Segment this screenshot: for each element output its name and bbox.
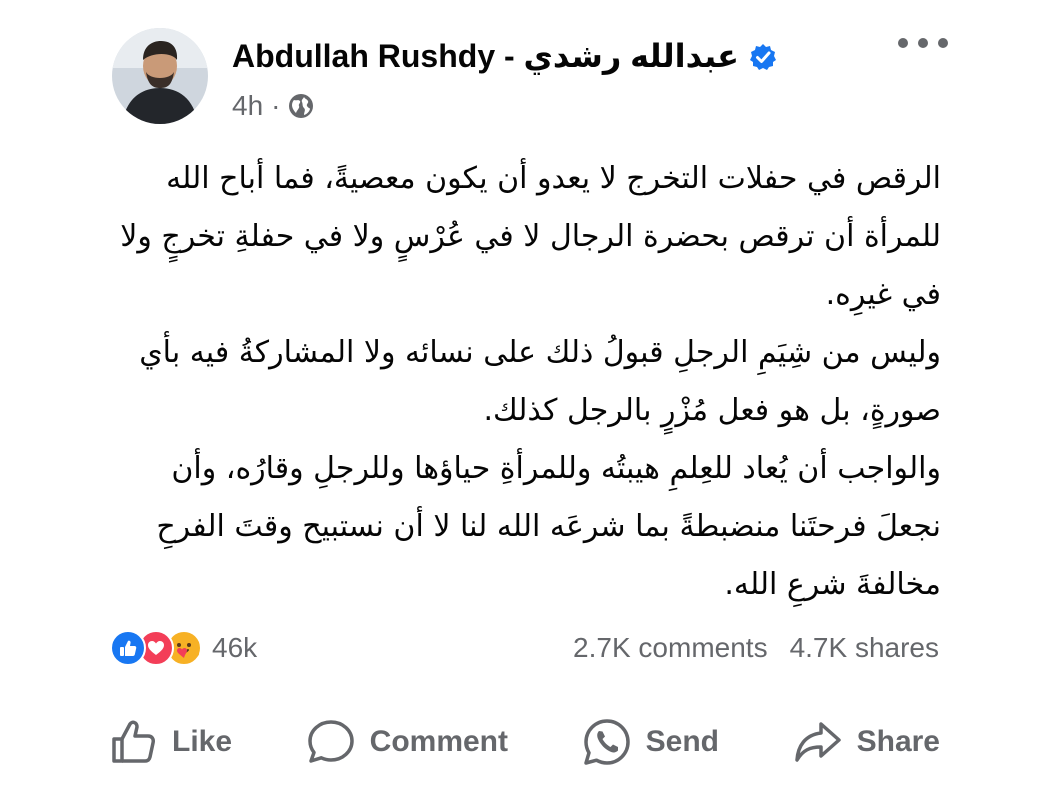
share-label: Share [856,725,940,758]
like-label: Like [172,725,233,758]
comments-count[interactable]: 2.7K comments [573,632,768,664]
post-author[interactable]: Abdullah Rushdy - عبدالله رشدي [232,34,777,78]
comment-button[interactable]: Comment [306,718,508,766]
more-options-icon[interactable] [898,36,948,50]
more-dot [918,38,928,48]
author-avatar[interactable] [112,28,208,124]
post-paragraph: الرقص في حفلات التخرج لا يعدو أن يكون مع… [120,161,941,312]
post-paragraph: وليس من شِيَمِ الرجلِ قبولُ ذلك على نسائ… [139,335,941,428]
post-action-bar: Like Comment Send Share [110,712,940,772]
thumbs-up-icon [110,719,158,765]
post-time[interactable]: 4h [232,90,263,122]
reaction-count[interactable]: 46k [212,632,257,664]
author-name[interactable]: Abdullah Rushdy - عبدالله رشدي [232,37,739,75]
like-reaction-icon [110,630,146,666]
send-label: Send [645,725,719,758]
more-dot [938,38,948,48]
share-arrow-icon [793,720,843,764]
globe-icon[interactable] [288,93,314,119]
comment-label: Comment [369,725,508,758]
engagement-stats: 2.7K comments 4.7K shares [573,628,939,668]
meta-separator: · [271,90,281,121]
post-paragraph: والواجب أن يُعاد للعِلمِ هيبتُه وللمرأةِ… [156,451,941,602]
shares-count[interactable]: 4.7K shares [790,632,939,664]
post-meta: 4h · [232,88,314,124]
like-button[interactable]: Like [110,719,232,765]
whatsapp-icon [582,717,632,767]
post-body: الرقص في حفلات التخرج لا يعدو أن يكون مع… [101,150,941,614]
send-button[interactable]: Send [582,717,719,767]
more-dot [898,38,908,48]
verified-badge-icon [749,42,777,70]
share-button[interactable]: Share [793,720,940,764]
reactions-summary[interactable]: 46k [110,628,257,668]
comment-bubble-icon [306,718,356,766]
